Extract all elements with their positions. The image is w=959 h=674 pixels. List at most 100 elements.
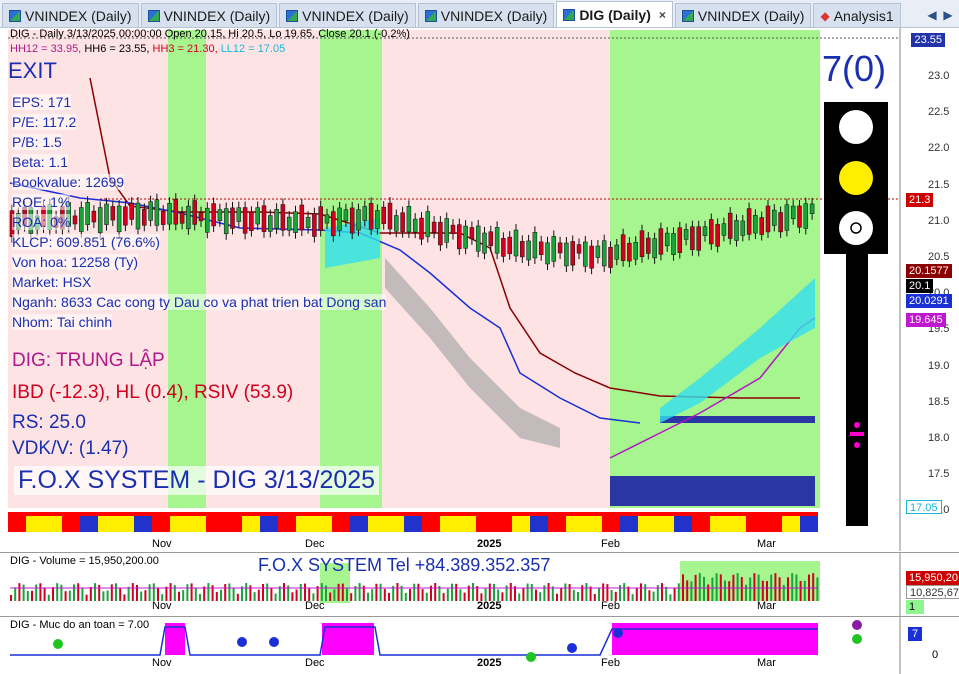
candle-body [249, 212, 254, 231]
volume-bar [115, 583, 117, 601]
candle-body [142, 209, 147, 226]
volume-bar [707, 584, 710, 601]
volume-bar [493, 583, 495, 601]
fundamental-item: Nganh: 8633 Cac cong ty Dau co va phat t… [12, 294, 387, 310]
tab-vnindex-4[interactable]: VNINDEX (Daily) [417, 3, 555, 27]
volume-bar [551, 586, 554, 601]
volume-bar [371, 589, 374, 601]
volume-bar [589, 586, 592, 601]
strip-top-segment [422, 512, 440, 516]
candle-body [545, 242, 550, 265]
fundamental-item: Von hoa: 12258 (Ty) [12, 254, 139, 270]
volume-bar [648, 590, 651, 601]
pole-marker [850, 432, 864, 436]
volume-bar [203, 586, 206, 601]
candle-body [803, 203, 809, 229]
candle-body [362, 206, 368, 221]
volume-bar [724, 580, 726, 601]
flag-badge: 1 [906, 600, 924, 614]
strip-segment [530, 516, 548, 532]
light-top-icon [839, 110, 873, 144]
volume-bar [77, 583, 80, 601]
green-dot-icon [526, 652, 536, 662]
volume-bar [119, 587, 122, 601]
tab-vnindex-5[interactable]: VNINDEX (Daily) [674, 3, 812, 27]
candle-body [664, 232, 670, 247]
strip-segment [782, 516, 800, 532]
volume-bar [488, 583, 491, 601]
hh3-badge: 21.3 [906, 193, 934, 207]
fundamental-item: P/B: 1.5 [12, 134, 62, 150]
candle-body [135, 202, 141, 230]
volume-bar [703, 576, 705, 601]
volume-bar [602, 583, 605, 601]
strip-segment [350, 516, 368, 532]
month-label: Dec [305, 600, 325, 612]
volume-bar [10, 595, 12, 601]
fundamental-item: Beta: 1.1 [12, 154, 69, 170]
candle-body [375, 210, 380, 229]
tab-vnindex-2[interactable]: VNINDEX (Daily) [140, 3, 278, 27]
candle-body [690, 226, 695, 251]
candle-body [268, 215, 273, 232]
candle-body [614, 244, 620, 260]
volume-pane[interactable]: DIG - Volume = 15,950,200.00 F.O.X SYSTE… [0, 552, 959, 616]
strip-top-segment [368, 512, 386, 516]
indicators-text: IBD (-12.3), HL (0.4), RSIV (53.9) [12, 382, 294, 403]
volume-bar [270, 588, 273, 601]
candle-body [400, 212, 405, 232]
rating-text: DIG: TRUNG LẬP [12, 350, 165, 371]
volume-bar [593, 593, 596, 601]
month-label: Mar [757, 538, 776, 550]
strip-top-segment [332, 512, 350, 516]
tab-analysis1[interactable]: ◆ Analysis1 [813, 3, 901, 27]
y-tick-label: 19.0 [928, 359, 950, 372]
candle-body [790, 205, 796, 219]
month-label: Feb [601, 600, 620, 612]
strip-segment [116, 516, 134, 532]
candle-body [242, 207, 248, 234]
volume-bar [241, 586, 243, 601]
month-label: Feb [601, 657, 620, 669]
candle-body [646, 237, 651, 254]
tab-vnindex-1[interactable]: VNINDEX (Daily) [2, 3, 139, 27]
strip-top-segment [710, 512, 728, 516]
safety-pane[interactable]: DIG - Muc do an toan = 7.00 7 0 Nov Dec 20… [0, 616, 959, 674]
volume-bar [404, 592, 407, 601]
close-icon[interactable]: × [659, 8, 666, 22]
strip-top-segment [512, 512, 530, 516]
volume-bar [585, 583, 588, 601]
month-label: Dec [305, 538, 325, 550]
strip-segment [314, 516, 332, 532]
volume-bar [791, 573, 794, 601]
tab-dig[interactable]: DIG (Daily) × [556, 1, 673, 27]
mid-band-badge: 20.0291 [906, 294, 952, 308]
candle-body [104, 203, 109, 225]
month-label: 2025 [477, 600, 502, 612]
blue-dot-icon [269, 637, 279, 647]
volume-bar [148, 584, 151, 601]
candle-body [633, 242, 638, 260]
contact-banner: F.O.X SYSTEM Tel +84.389.352.357 [258, 555, 551, 575]
volume-bar [560, 588, 563, 601]
candle-body [557, 242, 563, 254]
candle-body [356, 209, 361, 231]
chevron-left-icon[interactable]: ◀ [925, 6, 939, 24]
tab-vnindex-3[interactable]: VNINDEX (Daily) [279, 3, 416, 27]
y-tick-label: 21.0 [928, 214, 950, 227]
candle-body [784, 204, 790, 231]
candle-body [683, 229, 689, 240]
strip-top-segment [602, 512, 620, 516]
volume-bar [56, 583, 59, 601]
volume-bar [39, 583, 42, 601]
volume-bar [572, 589, 575, 601]
price-chart-pane[interactable]: DIG - Daily 3/13/2025 00:00:00 Open 20.1… [0, 28, 959, 551]
volume-bar [535, 589, 537, 601]
hh12-value: HH12 = 33.95, [10, 43, 82, 55]
strip-top-segment [764, 512, 782, 516]
chevron-right-icon[interactable]: ▶ [941, 6, 955, 24]
candle-body [538, 241, 544, 256]
volume-bar [787, 577, 789, 601]
volume-bar [236, 593, 239, 601]
volume-bar [388, 592, 390, 601]
